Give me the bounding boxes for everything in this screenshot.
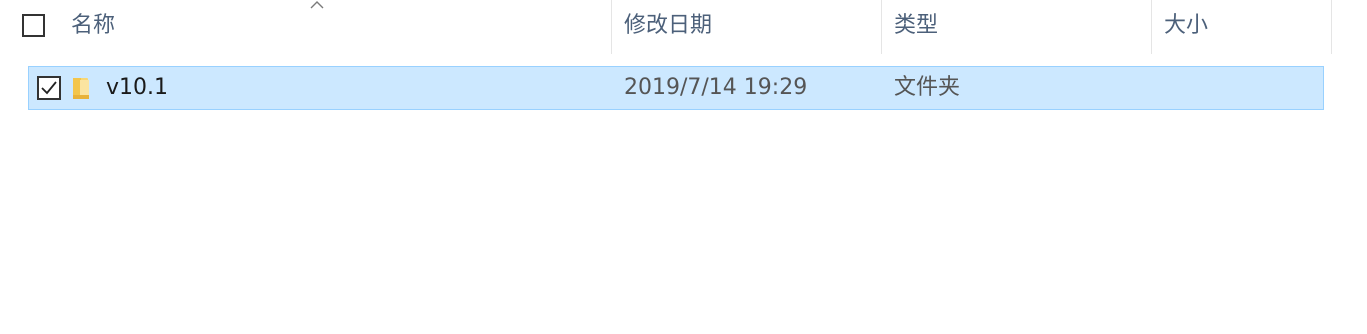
- row-checkbox[interactable]: [37, 76, 61, 100]
- column-divider[interactable]: [1331, 0, 1332, 54]
- file-type: 文件夹: [894, 75, 961, 100]
- file-row[interactable]: v10.1 2019/7/14 19:29 文件夹: [28, 66, 1324, 110]
- column-header-type-label: 类型: [894, 13, 939, 38]
- checkmark-icon: [41, 81, 57, 95]
- column-header-name-label: 名称: [71, 13, 116, 38]
- folder-icon: [73, 78, 89, 99]
- column-header-size[interactable]: 大小: [1152, 0, 1332, 54]
- column-header-name[interactable]: 名称: [0, 0, 612, 54]
- column-header-size-label: 大小: [1164, 13, 1209, 38]
- column-header-bar: 名称 修改日期 类型 大小: [0, 0, 1367, 54]
- column-header-modified[interactable]: 修改日期: [612, 0, 882, 54]
- file-modified-date: 2019/7/14 19:29: [624, 75, 808, 100]
- column-header-modified-label: 修改日期: [624, 13, 713, 38]
- file-name: v10.1: [106, 75, 169, 100]
- column-header-type[interactable]: 类型: [882, 0, 1152, 54]
